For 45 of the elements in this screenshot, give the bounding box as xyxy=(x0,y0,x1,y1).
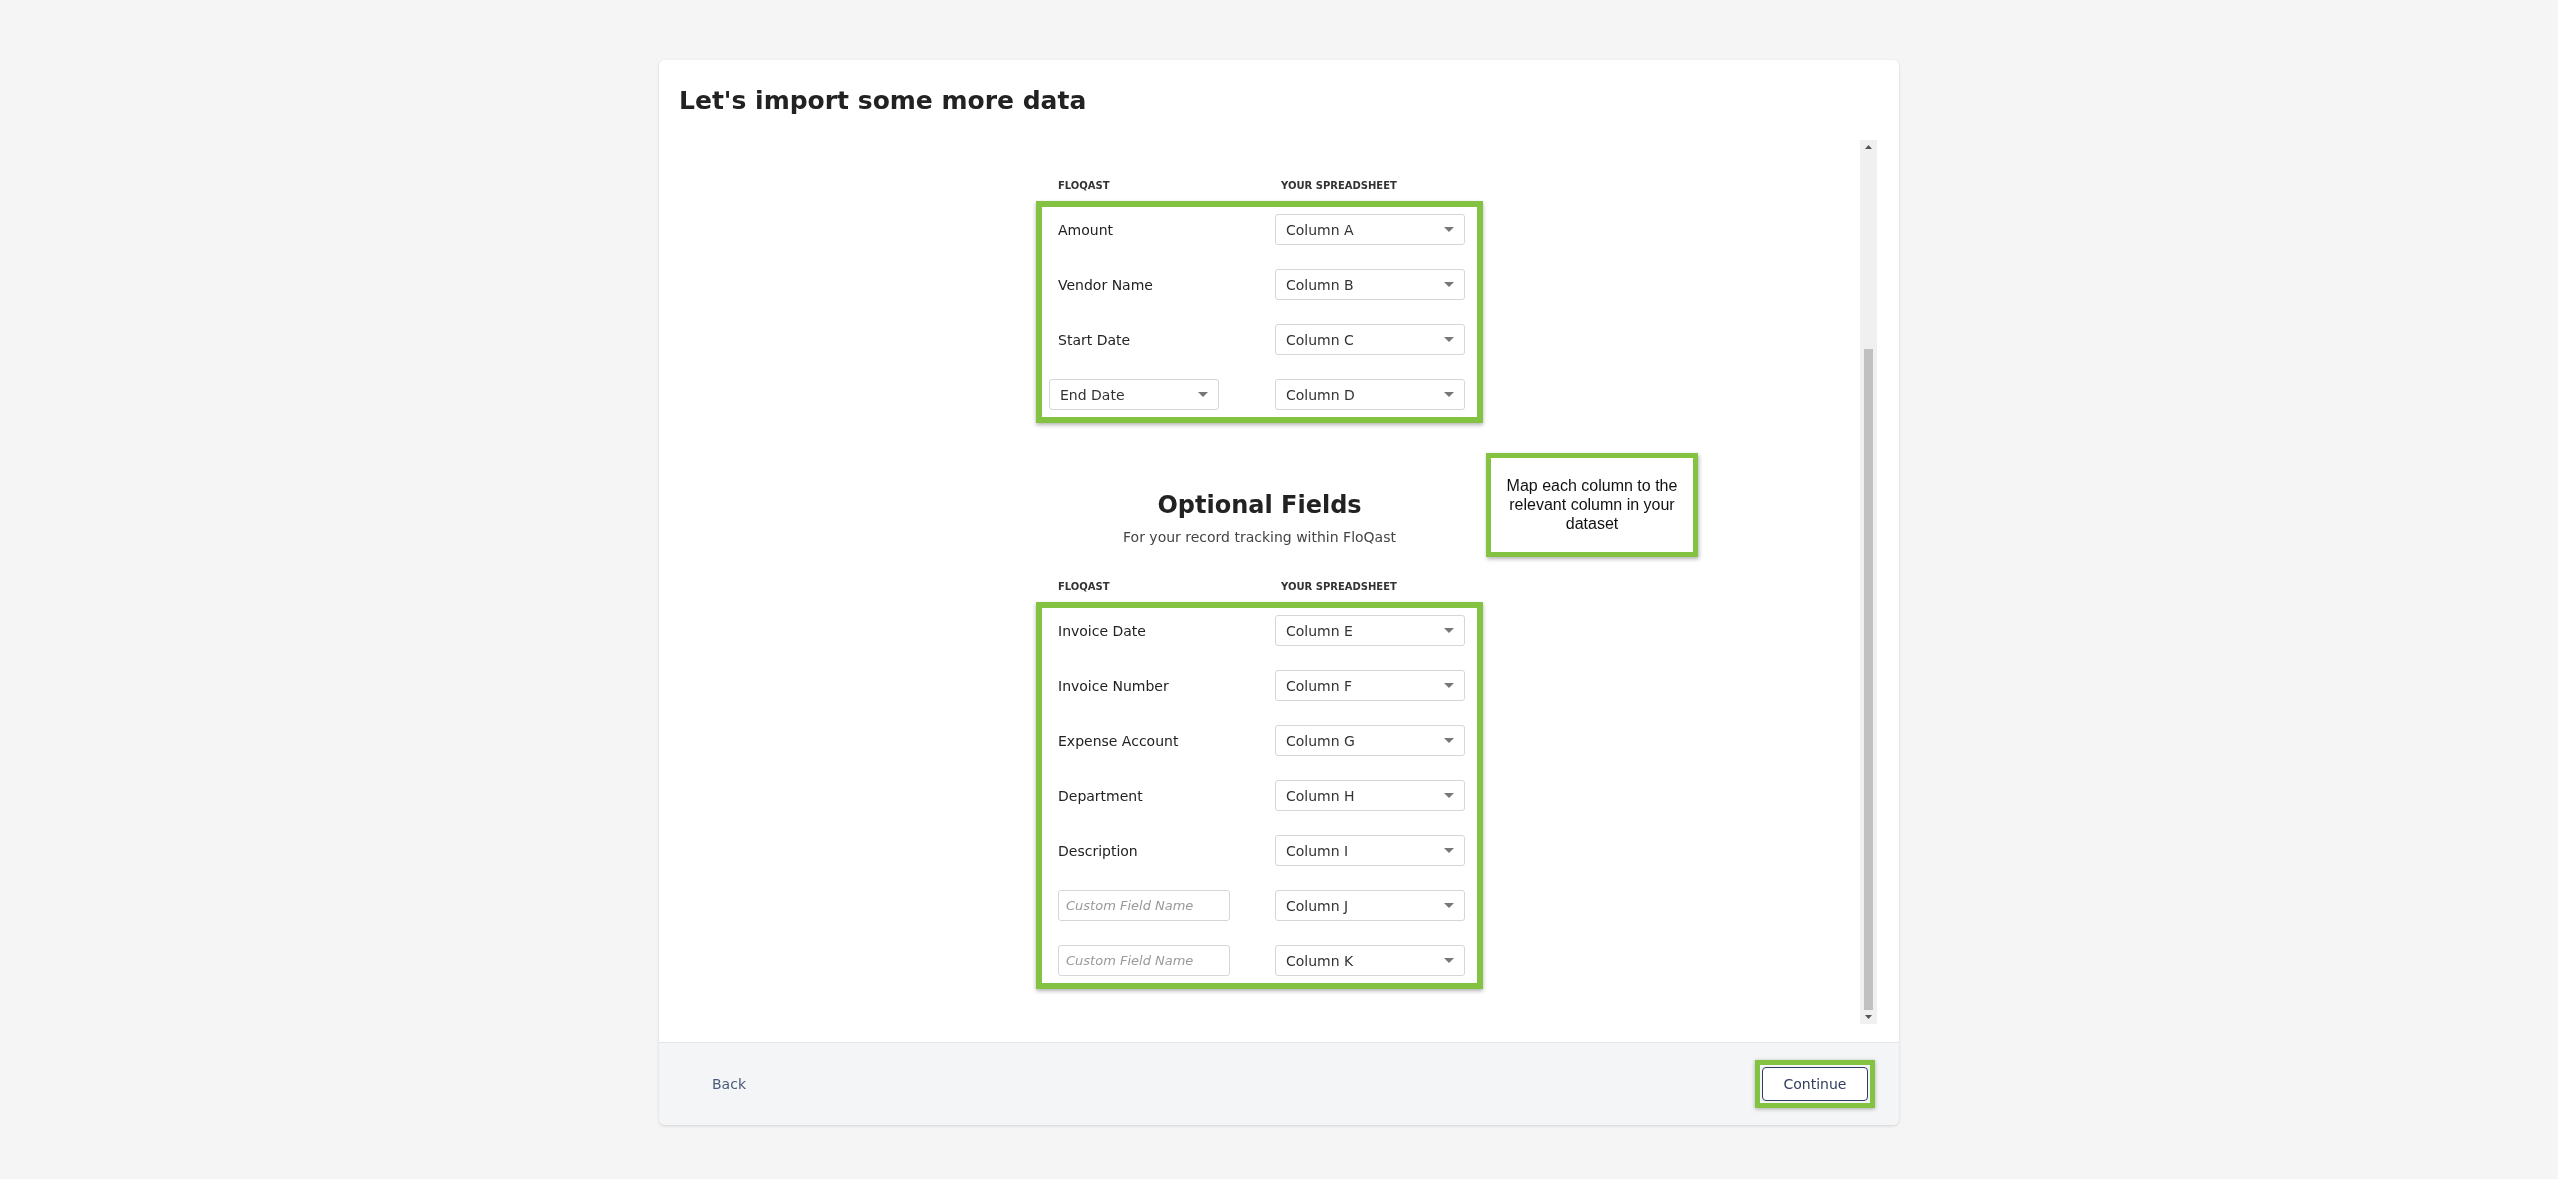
column-dropdown[interactable]: Column G xyxy=(1275,725,1465,756)
column-header: FLOQAST xyxy=(1058,180,1111,191)
column-dropdown[interactable]: Column A xyxy=(1275,214,1465,245)
column-dropdown[interactable]: Column C xyxy=(1275,324,1465,355)
caret-icon xyxy=(1444,958,1454,963)
callout-box: Map each column to the relevant column in your dataset xyxy=(1486,453,1698,557)
column-dropdown[interactable]: Column B xyxy=(1275,269,1465,300)
field-label: Department xyxy=(1057,788,1143,804)
back-link[interactable]: Back xyxy=(712,1076,746,1092)
column-dropdown[interactable]: Column E xyxy=(1275,615,1465,646)
caret-icon xyxy=(1444,227,1454,232)
field-dropdown[interactable]: End Date xyxy=(1049,379,1219,410)
column-header: FLOQAST xyxy=(1058,581,1111,592)
section-title: Optional Fields xyxy=(1156,491,1363,519)
section-subtitle: For your record tracking within FloQast xyxy=(1122,529,1397,545)
column-header: YOUR SPREADSHEET xyxy=(1281,180,1398,191)
dialog-title: Let's import some more data xyxy=(679,85,1087,115)
field-label: Invoice Number xyxy=(1057,678,1169,694)
column-dropdown[interactable]: Column J xyxy=(1275,890,1465,921)
caret-icon xyxy=(1444,337,1454,342)
field-label: Description xyxy=(1057,843,1138,859)
column-dropdown[interactable]: Column K xyxy=(1275,945,1465,976)
caret-icon xyxy=(1198,392,1208,397)
custom-field-input[interactable]: Custom Field Name xyxy=(1058,945,1230,976)
column-dropdown[interactable]: Column I xyxy=(1275,835,1465,866)
scrollbar[interactable] xyxy=(1860,140,1877,1024)
caret-icon xyxy=(1444,738,1454,743)
field-label: Vendor Name xyxy=(1057,277,1153,293)
column-dropdown[interactable]: Column D xyxy=(1275,379,1465,410)
caret-icon xyxy=(1444,903,1454,908)
field-label: Start Date xyxy=(1057,332,1131,348)
column-dropdown[interactable]: Column H xyxy=(1275,780,1465,811)
field-label: Amount xyxy=(1057,222,1113,238)
caret-icon xyxy=(1444,392,1454,397)
caret-icon xyxy=(1444,793,1454,798)
column-dropdown[interactable]: Column F xyxy=(1275,670,1465,701)
caret-icon xyxy=(1444,282,1454,287)
caret-icon xyxy=(1444,628,1454,633)
continue-button[interactable]: Continue xyxy=(1762,1067,1868,1101)
custom-field-input[interactable]: Custom Field Name xyxy=(1058,890,1230,921)
field-label: Expense Account xyxy=(1057,733,1179,749)
caret-icon xyxy=(1444,683,1454,688)
column-header: YOUR SPREADSHEET xyxy=(1281,581,1398,592)
field-label: Invoice Date xyxy=(1057,623,1146,639)
caret-icon xyxy=(1444,848,1454,853)
